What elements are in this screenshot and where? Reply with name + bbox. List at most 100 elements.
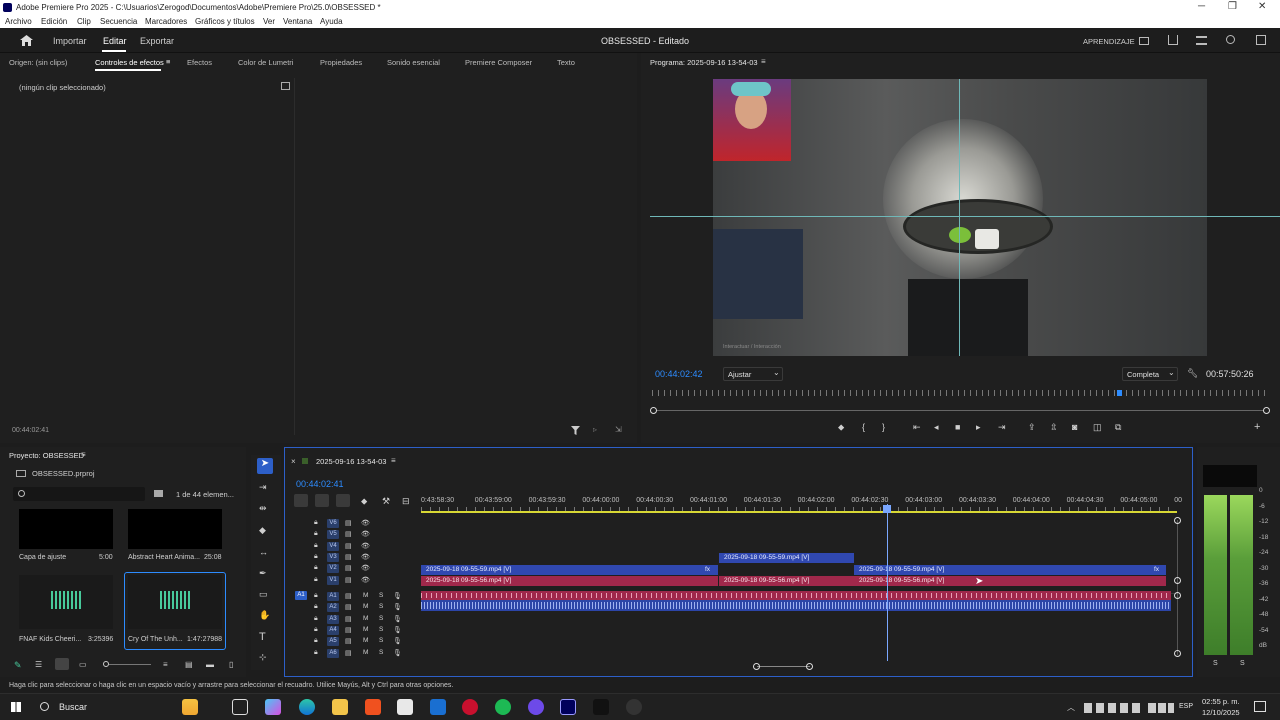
clip-v2b[interactable]: 2025-09-18 09-55-59.mp4 [V] fx: [854, 565, 1166, 575]
mic-icon[interactable]: 🎙︎: [393, 592, 402, 600]
hscroll-handle-left[interactable]: [753, 663, 760, 670]
volume-network-icons[interactable]: [1148, 703, 1174, 713]
search-icon[interactable]: [1226, 35, 1235, 44]
tab-text[interactable]: Texto: [557, 58, 575, 67]
program-menu-icon[interactable]: ≡: [761, 57, 766, 66]
obs-icon[interactable]: [626, 699, 642, 715]
new-bin-button-icon[interactable]: ▬: [206, 660, 214, 669]
track-label-a3[interactable]: A3: [327, 614, 339, 624]
audio-clip-a1[interactable]: [421, 591, 1171, 600]
clock-time[interactable]: 02:55 p. m.: [1202, 697, 1240, 706]
add-marker-icon[interactable]: ⬥: [361, 496, 367, 507]
menu-marcadores[interactable]: Marcadores: [145, 17, 187, 26]
track-label-a6[interactable]: A6: [327, 648, 339, 658]
vertical-scrollbar[interactable]: [1177, 520, 1178, 655]
fit-dropdown[interactable]: Ajustar ⌄: [723, 367, 783, 381]
icon-view-button[interactable]: [55, 658, 69, 670]
panel-menu-icon[interactable]: ≡: [166, 57, 170, 66]
menu-graficos[interactable]: Gráficos y títulos: [195, 17, 255, 26]
lock-icon[interactable]: 🔒︎: [314, 615, 318, 623]
play-icon[interactable]: ▸: [976, 422, 981, 433]
track-label-a4[interactable]: A4: [327, 625, 339, 635]
menu-ver[interactable]: Ver: [263, 17, 275, 26]
tab-effects[interactable]: Efectos: [187, 58, 212, 67]
tab-lumetri[interactable]: Color de Lumetri: [238, 58, 293, 67]
lock-icon[interactable]: 🔒︎: [314, 637, 318, 645]
track-select-icon[interactable]: ⇥: [259, 482, 267, 493]
taskbar-search[interactable]: Buscar: [59, 702, 87, 712]
vr-icon[interactable]: ⧉: [1115, 422, 1121, 433]
sequence-menu-icon[interactable]: ≡: [391, 456, 396, 465]
export-frame-icon[interactable]: ⇲: [615, 425, 622, 434]
camera-icon[interactable]: ◙: [1072, 422, 1077, 432]
compare-icon[interactable]: ◫: [1093, 422, 1102, 433]
maximize-button[interactable]: ❐: [1228, 1, 1237, 12]
mark-out-icon[interactable]: }: [882, 422, 885, 432]
go-to-in-icon[interactable]: ⇤: [913, 422, 921, 433]
tray-icons[interactable]: [1084, 703, 1144, 713]
tab-effect-controls[interactable]: Controles de efectos: [95, 58, 164, 67]
tab-source[interactable]: Origen: (sin clips): [9, 58, 67, 67]
new-bin-icon[interactable]: [154, 490, 163, 497]
mic-icon[interactable]: 🎙︎: [393, 615, 402, 623]
sync-lock-icon[interactable]: ▤: [345, 626, 352, 634]
workspace-icon[interactable]: [1139, 37, 1149, 45]
video-frame[interactable]: Interactuar / Interacción: [713, 79, 1207, 356]
captions-icon[interactable]: ⊟: [402, 496, 410, 507]
marker-icon[interactable]: ⬥: [838, 422, 844, 433]
mark-in-icon[interactable]: {: [862, 422, 865, 432]
sync-lock-icon[interactable]: ▤: [345, 615, 352, 623]
horizontal-scrollbar[interactable]: [757, 666, 810, 667]
lock-icon[interactable]: 🔒︎: [314, 542, 318, 550]
close-button[interactable]: ✕: [1258, 1, 1266, 12]
solo-button[interactable]: S: [379, 637, 383, 644]
project-search-input[interactable]: [13, 487, 145, 501]
clip-v2a[interactable]: 2025-09-18 09-55-59.mp4 [V] fx: [421, 565, 718, 575]
ripple-edit-icon[interactable]: ⇹: [259, 503, 267, 514]
mute-button[interactable]: M: [363, 592, 368, 599]
mic-icon[interactable]: 🎙︎: [393, 637, 402, 645]
menu-archivo[interactable]: Archivo: [5, 17, 32, 26]
add-button-icon[interactable]: +: [1254, 421, 1260, 433]
mute-button[interactable]: M: [363, 603, 368, 610]
mic-icon[interactable]: 🎙︎: [393, 626, 402, 634]
vscroll-handle-audio[interactable]: [1174, 592, 1181, 599]
sync-lock-icon[interactable]: ▤: [345, 530, 352, 538]
work-area-bar[interactable]: [421, 511, 1177, 513]
home-icon[interactable]: [20, 35, 33, 46]
filter-icon[interactable]: [571, 426, 580, 435]
menu-icon[interactable]: [1196, 36, 1207, 45]
sync-lock-icon[interactable]: ▤: [345, 603, 352, 611]
zoom-scrollbar[interactable]: [654, 410, 1267, 411]
lock-icon[interactable]: 🔒︎: [314, 603, 318, 611]
solo-button[interactable]: S: [379, 626, 383, 633]
stop-icon[interactable]: ■: [955, 422, 960, 432]
guide-vertical[interactable]: [959, 79, 960, 356]
export-tab[interactable]: Exportar: [140, 36, 174, 46]
eye-icon[interactable]: 👁︎: [361, 564, 370, 572]
project-menu-icon[interactable]: ≡: [81, 450, 86, 459]
task-view-icon[interactable]: [232, 699, 248, 715]
track-label-v5[interactable]: V5: [327, 530, 339, 540]
vscroll-handle-mid[interactable]: [1174, 577, 1181, 584]
mute-button[interactable]: M: [363, 637, 368, 644]
pen-icon[interactable]: ✒: [259, 568, 267, 579]
zoom-handle-right[interactable]: [1263, 407, 1270, 414]
sequence-tab[interactable]: 2025-09-16 13-54-03: [316, 457, 386, 466]
automate-icon[interactable]: ▤: [185, 660, 193, 669]
premiere-taskbar-icon[interactable]: [560, 699, 576, 715]
tab-properties[interactable]: Propiedades: [320, 58, 362, 67]
track-label-a1[interactable]: A1: [327, 592, 339, 601]
linked-selection-icon[interactable]: [336, 494, 350, 507]
wrench-icon[interactable]: 🔧︎: [1187, 368, 1198, 379]
zoom-slider[interactable]: [109, 664, 151, 665]
lift-icon[interactable]: ⇪: [1028, 422, 1036, 433]
windows-start-icon[interactable]: [11, 702, 21, 712]
solo-button[interactable]: S: [379, 649, 383, 656]
share-icon[interactable]: [1168, 35, 1178, 45]
brave-icon[interactable]: [365, 699, 381, 715]
lock-icon[interactable]: 🔒︎: [314, 519, 318, 527]
program-playhead[interactable]: [1117, 390, 1122, 396]
razor-icon[interactable]: ◆: [259, 525, 266, 536]
mute-button[interactable]: M: [363, 615, 368, 622]
